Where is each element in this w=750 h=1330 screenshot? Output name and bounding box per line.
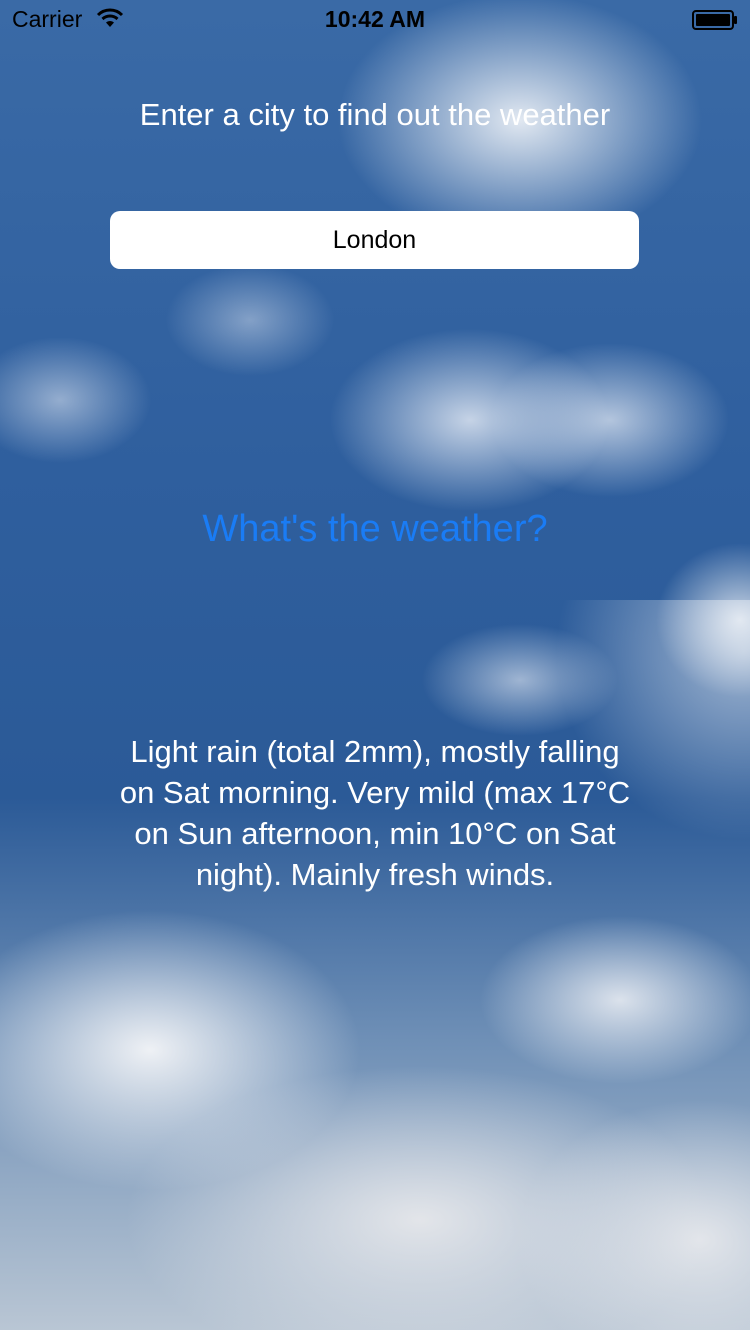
whats-the-weather-button[interactable]: What's the weather? xyxy=(0,508,750,551)
forecast-text: Light rain (total 2mm), mostly falling o… xyxy=(119,734,631,892)
prompt-label: Enter a city to find out the weather xyxy=(139,97,611,132)
battery-icon xyxy=(692,9,738,30)
status-bar: Carrier 10:42 AM xyxy=(0,0,750,40)
app-screen: Carrier 10:42 AM Enter a city to find ou… xyxy=(0,0,750,1330)
city-input[interactable] xyxy=(110,211,639,269)
status-time: 10:42 AM xyxy=(324,6,426,32)
